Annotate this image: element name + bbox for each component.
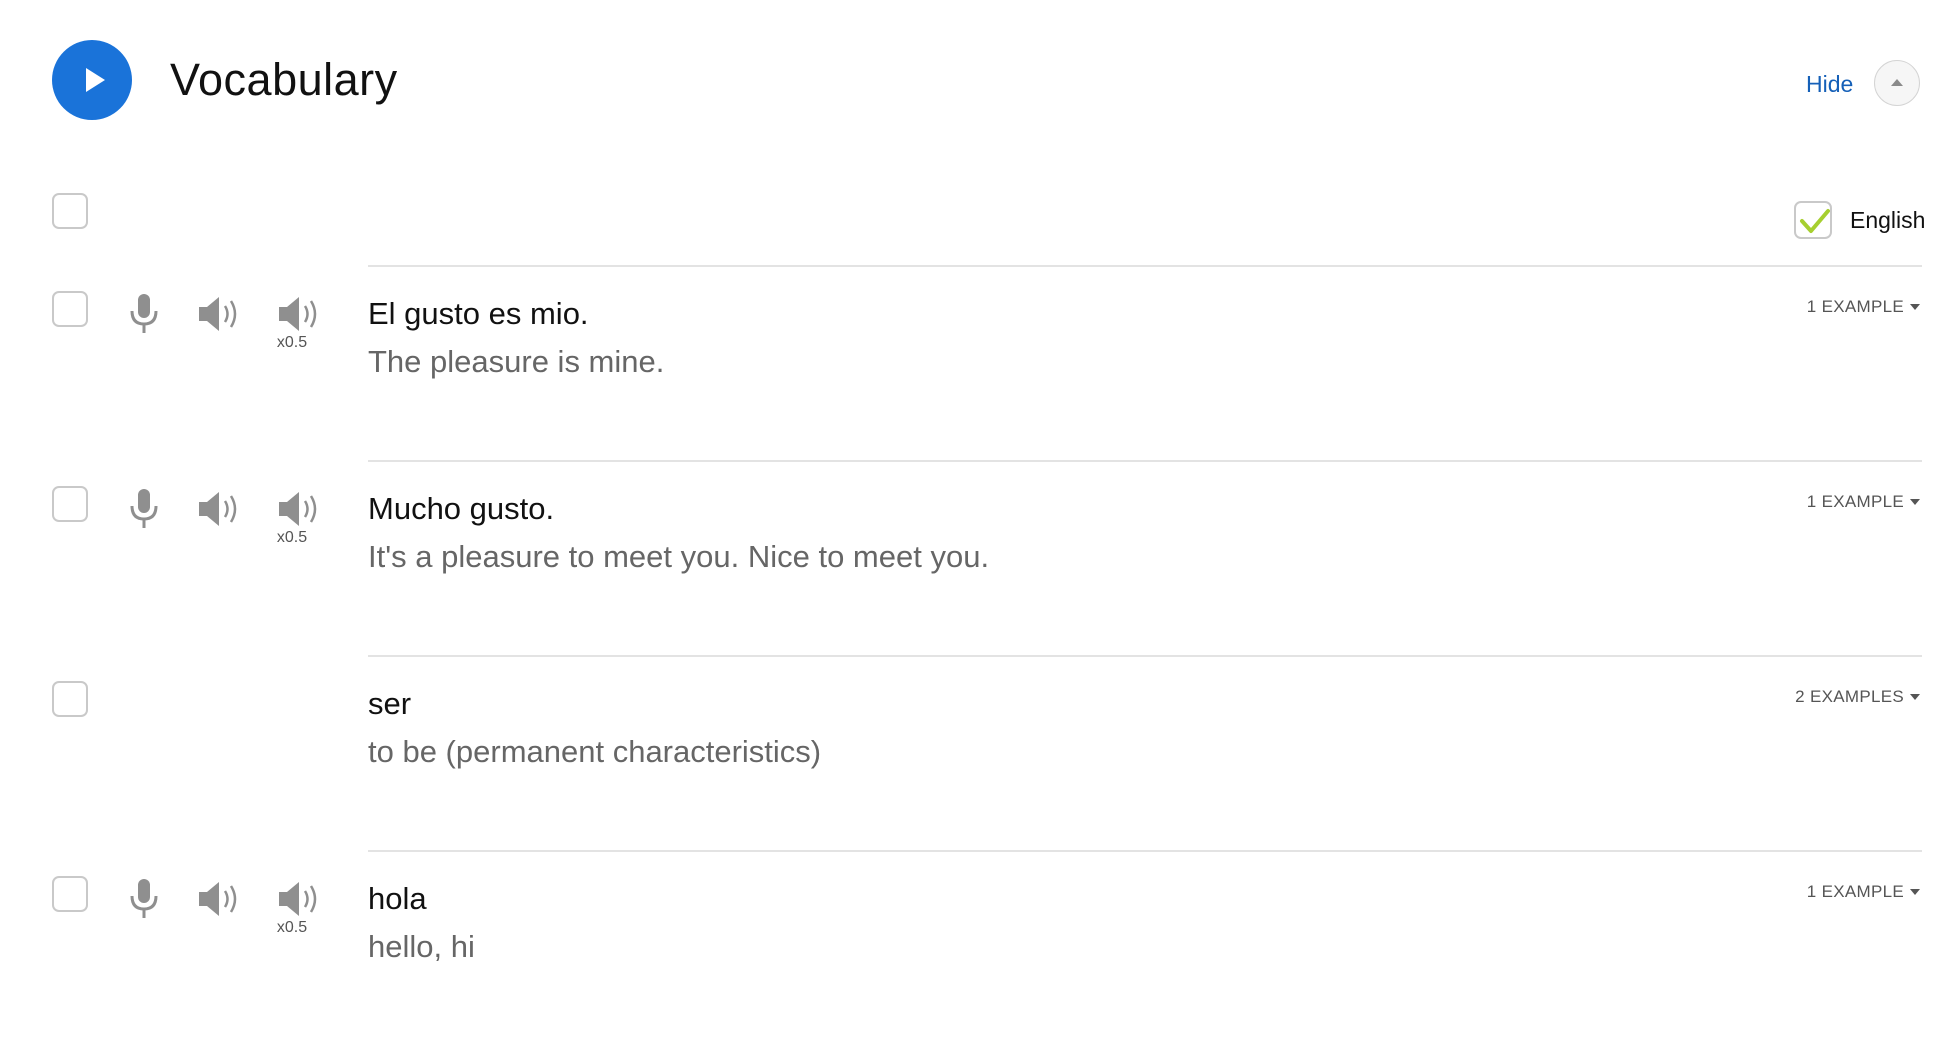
entry-translation: The pleasure is mine. bbox=[368, 344, 665, 379]
english-checkbox[interactable] bbox=[1794, 201, 1832, 239]
caret-down-icon bbox=[1910, 693, 1920, 700]
hide-link[interactable]: Hide bbox=[1806, 68, 1853, 100]
speaker-icon bbox=[199, 492, 237, 526]
checkmark-icon bbox=[1800, 209, 1830, 233]
speaker-slow-icon bbox=[279, 882, 317, 916]
speaker-icon bbox=[199, 297, 237, 331]
row-divider bbox=[368, 850, 1922, 852]
record-button[interactable] bbox=[119, 484, 169, 534]
play-slow-audio-button[interactable] bbox=[275, 484, 325, 534]
play-slow-audio-button[interactable] bbox=[275, 289, 325, 339]
play-audio-button[interactable] bbox=[195, 484, 245, 534]
caret-down-icon bbox=[1910, 888, 1920, 895]
play-audio-button[interactable] bbox=[195, 289, 245, 339]
examples-count: 1 EXAMPLE bbox=[1806, 492, 1904, 511]
entry-checkbox[interactable] bbox=[52, 876, 88, 912]
microphone-icon bbox=[130, 489, 158, 528]
speaker-slow-icon bbox=[279, 492, 317, 526]
entry-phrase: hola bbox=[368, 881, 427, 916]
examples-toggle[interactable]: 2 EXAMPLES bbox=[1795, 685, 1920, 709]
english-label: English bbox=[1850, 207, 1926, 233]
slow-speed-label: x0.5 bbox=[276, 529, 308, 546]
slow-speed-label: x0.5 bbox=[276, 919, 308, 936]
entry-phrase: ser bbox=[368, 686, 412, 721]
microphone-icon bbox=[130, 879, 158, 918]
select-all-checkbox[interactable] bbox=[52, 193, 88, 229]
record-button[interactable] bbox=[119, 289, 169, 339]
speaker-icon bbox=[199, 882, 237, 916]
examples-count: 2 EXAMPLES bbox=[1795, 687, 1904, 706]
examples-count: 1 EXAMPLE bbox=[1806, 297, 1904, 316]
entry-translation: It's a pleasure to meet you. Nice to mee… bbox=[368, 539, 990, 574]
row-divider bbox=[368, 460, 1922, 462]
play-audio-button[interactable] bbox=[195, 874, 245, 924]
slow-speed-label: x0.5 bbox=[276, 334, 308, 351]
caret-down-icon bbox=[1910, 498, 1920, 505]
entry-checkbox[interactable] bbox=[52, 291, 88, 327]
chevron-up-icon bbox=[1891, 79, 1903, 86]
examples-toggle[interactable]: 1 EXAMPLE bbox=[1807, 490, 1920, 514]
entry-phrase: El gusto es mio. bbox=[368, 296, 589, 331]
entry-translation: to be (permanent characteristics) bbox=[368, 734, 822, 769]
page-title: Vocabulary bbox=[170, 54, 398, 105]
play-icon bbox=[86, 68, 105, 92]
play-all-button[interactable] bbox=[52, 40, 132, 120]
collapse-button[interactable] bbox=[1874, 60, 1920, 106]
record-button[interactable] bbox=[119, 874, 169, 924]
row-divider bbox=[368, 265, 1922, 267]
entry-checkbox[interactable] bbox=[52, 681, 88, 717]
vocabulary-panel: Vocabulary Hide English x0.5 El gusto es… bbox=[0, 0, 1950, 1038]
play-slow-audio-button[interactable] bbox=[275, 874, 325, 924]
entry-checkbox[interactable] bbox=[52, 486, 88, 522]
speaker-slow-icon bbox=[279, 297, 317, 331]
examples-toggle[interactable]: 1 EXAMPLE bbox=[1807, 295, 1920, 319]
caret-down-icon bbox=[1910, 303, 1920, 310]
entry-translation: hello, hi bbox=[368, 929, 475, 964]
row-divider bbox=[368, 655, 1922, 657]
entry-phrase: Mucho gusto. bbox=[368, 491, 555, 526]
microphone-icon bbox=[130, 294, 158, 333]
examples-toggle[interactable]: 1 EXAMPLE bbox=[1807, 880, 1920, 904]
examples-count: 1 EXAMPLE bbox=[1806, 882, 1904, 901]
